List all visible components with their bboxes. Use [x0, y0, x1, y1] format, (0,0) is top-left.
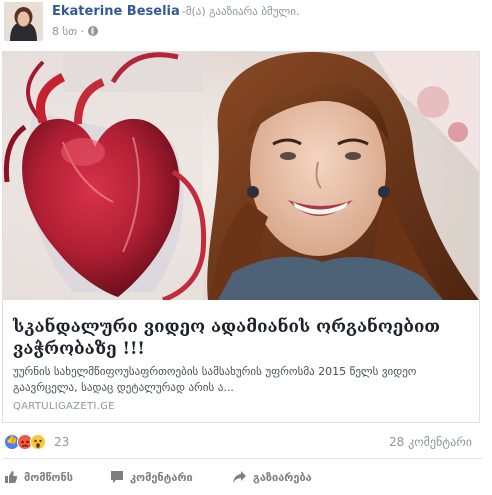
post-header: Ekaterine Beselia -მ(ა) გააზიარა ბმული. 8… — [0, 0, 492, 46]
globe-icon[interactable] — [88, 26, 99, 36]
reactions-bar: 23 28 კომენტარი — [0, 428, 492, 456]
comment-label: კომენტარი — [130, 470, 193, 484]
author-line: Ekaterine Beselia -მ(ა) გააზიარა ბმული. — [52, 4, 299, 19]
action-bar: მომწონს კომენტარი გაზიარება — [0, 462, 492, 492]
comment-button[interactable]: კომენტარი — [110, 468, 193, 486]
post-timestamp[interactable]: 8 სთ · — [52, 25, 84, 38]
link-info[interactable]: სკანდალური ვიდეო ადამიანის ორგანოებით ვა… — [3, 300, 479, 422]
author-name[interactable]: Ekaterine Beselia — [52, 4, 180, 19]
link-preview-image[interactable] — [3, 52, 479, 300]
like-button[interactable]: მომწონს — [4, 468, 73, 486]
thumbs-up-icon — [5, 471, 18, 483]
reaction-count[interactable]: 23 — [54, 435, 69, 449]
link-description: უურნის სახელმწიფოუსაფრთოების სამსახურის … — [13, 365, 417, 394]
divider — [4, 458, 482, 459]
share-button[interactable]: გაზიარება — [232, 468, 312, 486]
link-title[interactable]: სკანდალური ვიდეო ადამიანის ორგანოებით ვა… — [13, 316, 453, 360]
share-icon — [233, 471, 246, 483]
post-meta: 8 სთ · — [52, 25, 99, 38]
share-action-text: -მ(ა) გააზიარა ბმული. — [181, 5, 300, 18]
share-label: გაზიარება — [253, 470, 312, 484]
like-label: მომწონს — [24, 470, 74, 484]
comments-count[interactable]: 28 კომენტარი — [389, 435, 472, 449]
wow-icon[interactable] — [30, 434, 46, 450]
link-domain: QARTULIGAZETI.GE — [13, 401, 115, 412]
author-avatar[interactable] — [4, 2, 43, 41]
shared-link-card[interactable]: სკანდალური ვიდეო ადამიანის ორგანოებით ვა… — [2, 51, 480, 423]
comment-icon — [111, 471, 123, 483]
